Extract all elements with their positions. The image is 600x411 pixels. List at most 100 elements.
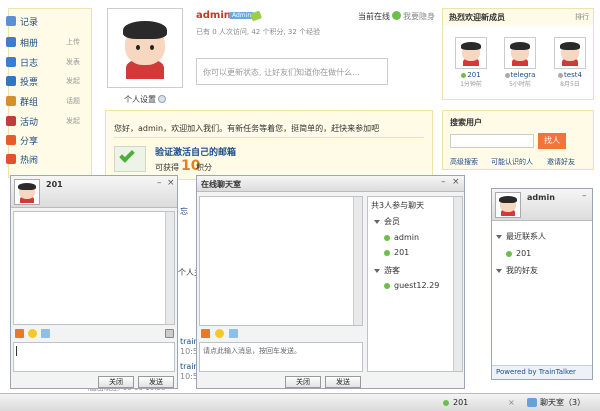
brush-icon[interactable] — [229, 329, 238, 338]
chat-window-titlebar[interactable]: 201 – × — [11, 176, 177, 208]
online-icon — [506, 250, 512, 257]
member-joined-time: 8月5日 — [560, 81, 580, 88]
member-card[interactable]: telegra 5小时前 — [501, 37, 539, 88]
event-icon — [6, 116, 16, 126]
avatar[interactable] — [554, 37, 586, 69]
personal-settings-link[interactable]: 个人设置 — [124, 94, 156, 105]
people-you-may-know-link[interactable]: 可能认识的人 — [491, 157, 533, 167]
scrollbar[interactable] — [453, 197, 462, 371]
sidebar-item-label: 投票 — [20, 77, 39, 88]
sidebar-item-album[interactable]: 相册 上传 — [6, 35, 82, 49]
close-button[interactable]: 关闭 — [98, 376, 134, 388]
sidebar-item-label: 群组 — [20, 97, 39, 108]
message-input[interactable]: 请点此输入消息，按回车发送。 — [199, 342, 363, 372]
find-people-button[interactable]: 找人 — [538, 133, 566, 149]
sidebar-item-sub[interactable]: 话题 — [66, 96, 80, 106]
sidebar-item-blog[interactable]: 日志 发表 — [6, 55, 82, 69]
minimize-button[interactable]: – — [582, 191, 587, 201]
taskbar-tab-chatroom[interactable]: 聊天室（3） — [527, 396, 585, 409]
chat-window-titlebar[interactable]: 在线聊天室 – × — [197, 176, 464, 192]
sidebar-item-sub[interactable]: 发起 — [66, 76, 80, 86]
contact-name: 201 — [516, 249, 532, 258]
history-icon[interactable] — [165, 329, 174, 338]
group-members[interactable]: 会员 — [374, 216, 400, 227]
online-icon — [384, 282, 390, 289]
avatar[interactable] — [455, 37, 487, 69]
settings-icon[interactable] — [158, 95, 166, 103]
participant-name: admin — [394, 233, 420, 242]
album-icon — [6, 37, 16, 47]
scrollbar[interactable] — [353, 197, 362, 325]
reward-suffix: 积分 — [196, 163, 212, 172]
emoji-icon[interactable] — [215, 329, 224, 338]
member-name[interactable]: test4 — [564, 71, 582, 79]
taskbar-tab-201[interactable]: 201 — [443, 396, 468, 409]
sidebar-item-label: 记录 — [20, 17, 39, 28]
avatar[interactable] — [504, 37, 536, 69]
send-button[interactable]: 发送 — [325, 376, 361, 388]
go-invisible-link[interactable]: 我要隐身 — [403, 11, 435, 22]
advanced-search-link[interactable]: 高级搜索 — [450, 157, 478, 167]
profile-name[interactable]: admin — [196, 10, 231, 21]
emoji-icon[interactable] — [28, 329, 37, 338]
profile-avatar[interactable] — [107, 8, 183, 88]
contact-item[interactable]: 201 — [506, 249, 531, 258]
member-name[interactable]: 201 — [467, 71, 480, 79]
hot-icon — [6, 154, 16, 164]
status-online-label: 当前在线 — [358, 12, 390, 21]
task-title-link[interactable]: 验证激活自己的邮箱 — [155, 145, 236, 158]
sidebar-item-sub[interactable]: 上传 — [66, 37, 80, 47]
search-users-title: 搜索用户 — [450, 118, 482, 127]
minimize-button[interactable]: – — [441, 177, 446, 187]
font-icon[interactable] — [201, 329, 210, 338]
sidebar-item-share[interactable]: 分享 — [6, 133, 82, 147]
brush-icon[interactable] — [41, 329, 50, 338]
sidebar-item-group[interactable]: 群组 话题 — [6, 94, 82, 108]
recent-contacts-group[interactable]: 最近联系人 — [496, 231, 546, 242]
close-icon[interactable]: × — [452, 177, 460, 187]
close-button[interactable]: 关闭 — [285, 376, 321, 388]
buddy-titlebar[interactable]: admin – — [492, 189, 592, 221]
sidebar-item-label: 日志 — [20, 58, 39, 69]
sidebar-item-poll[interactable]: 投票 发起 — [6, 74, 82, 88]
invite-friends-link[interactable]: 邀请好友 — [547, 157, 575, 167]
expand-icon — [496, 268, 502, 273]
minimize-button[interactable]: – — [157, 178, 162, 188]
search-input[interactable] — [450, 134, 534, 148]
message-input[interactable] — [13, 342, 175, 372]
member-card[interactable]: test4 8月5日 — [551, 37, 589, 88]
pencil-icon[interactable] — [249, 10, 263, 22]
sidebar-item-record[interactable]: 记录 — [6, 14, 82, 28]
participant-item[interactable]: 201 — [384, 248, 409, 257]
sidebar-item-sub[interactable]: 发起 — [66, 116, 80, 126]
avatar — [495, 192, 521, 218]
group-guests[interactable]: 游客 — [374, 265, 400, 276]
ranking-link[interactable]: 排行 — [575, 12, 589, 22]
my-friends-group[interactable]: 我的好友 — [496, 265, 538, 276]
participant-item[interactable]: admin — [384, 233, 419, 242]
member-name[interactable]: telegra — [511, 71, 536, 79]
private-chat-window: 201 – × 关闭 发送 — [10, 175, 178, 389]
sidebar-item-sub[interactable]: 发表 — [66, 57, 80, 67]
scrollbar[interactable] — [165, 212, 174, 324]
avatar — [14, 179, 40, 205]
member-card[interactable]: 201 1分钟前 — [452, 37, 490, 88]
sidebar-item-event[interactable]: 活动 发起 — [6, 114, 82, 128]
powered-by-link[interactable]: Powered by TrainTalker — [492, 365, 592, 379]
close-icon[interactable]: × — [508, 398, 515, 407]
close-icon[interactable]: × — [167, 178, 175, 188]
group-label: 会员 — [384, 217, 400, 226]
participant-item[interactable]: guest12.29 — [384, 281, 439, 290]
sidebar-item-label: 相册 — [20, 38, 39, 49]
participant-name: guest12.29 — [394, 281, 440, 290]
participants-panel: 共3人参与聊天 会员 admin 201 游客 guest12.29 — [367, 196, 463, 372]
sidebar-item-hot[interactable]: 热闹 — [6, 152, 82, 166]
status-input[interactable]: 你可以更新状态, 让好友们知道你在做什么... — [196, 58, 388, 85]
clover-icon — [392, 11, 401, 20]
online-icon — [461, 72, 467, 78]
send-button[interactable]: 发送 — [138, 376, 174, 388]
font-icon[interactable] — [15, 329, 24, 338]
background-text: 忘 — [180, 207, 188, 216]
participants-title: 共3人参与聊天 — [371, 201, 425, 210]
chat-room-title: 在线聊天室 — [201, 180, 241, 189]
